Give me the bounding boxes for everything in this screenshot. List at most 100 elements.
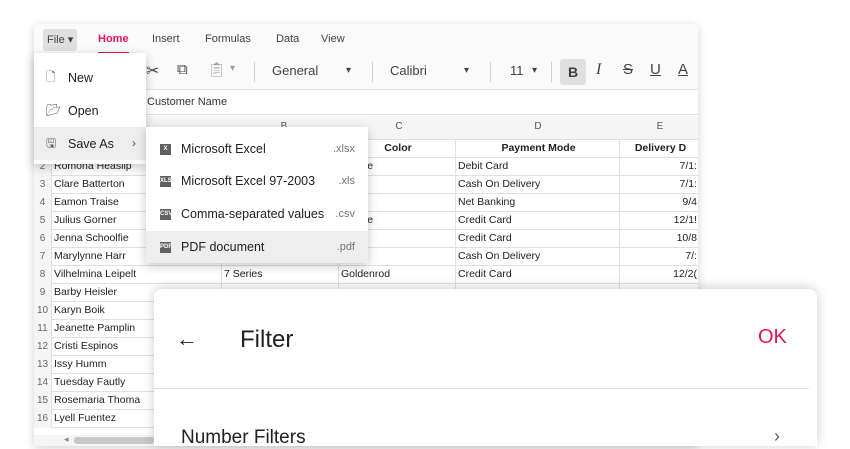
row-number[interactable]: 13	[34, 356, 52, 374]
cell-color[interactable]: Goldenrod	[339, 266, 456, 284]
tab-insert[interactable]: Insert	[152, 33, 180, 45]
cell-delivery-date[interactable]: 7/1:	[620, 158, 698, 176]
toolbar-divider	[551, 62, 552, 82]
format-extension: .csv	[335, 208, 355, 220]
number-format-dropdown[interactable]: General	[272, 63, 318, 78]
tab-file[interactable]: File ▾	[43, 29, 78, 51]
tab-formulas[interactable]: Formulas	[205, 33, 251, 45]
new-file-icon: 🗋︎	[46, 70, 56, 84]
ok-button[interactable]: OK	[758, 326, 787, 349]
format-extension: .xlsx	[333, 143, 355, 155]
save-as-xlsx[interactable]: X Microsoft Excel .xlsx	[146, 133, 368, 165]
cell-delivery-date[interactable]: 12/1!	[620, 212, 698, 230]
strikethrough-button[interactable]: S	[623, 61, 633, 78]
paste-dropdown-icon[interactable]: ▾	[230, 63, 235, 74]
cell-delivery-date[interactable]: 10/8	[620, 230, 698, 248]
cell-payment-mode[interactable]: Credit Card	[456, 266, 620, 284]
row-number[interactable]: 8	[34, 266, 52, 284]
pdf-icon: PDF	[160, 242, 172, 253]
divider	[154, 388, 809, 389]
copy-icon[interactable]: ⧉	[177, 61, 188, 78]
cell-payment-mode[interactable]: Net Banking	[456, 194, 620, 212]
cell-delivery-date[interactable]: 7/1:	[620, 176, 698, 194]
save-as-csv[interactable]: CSV Comma-separated values .csv	[146, 198, 368, 230]
file-menu: 🗋︎ New 📂︎ Open 🖫︎ Save As ›	[34, 53, 146, 164]
chevron-down-icon[interactable]: ▾	[464, 65, 469, 76]
column-header-d[interactable]: D	[456, 121, 620, 132]
row-number[interactable]: 14	[34, 374, 52, 392]
font-name-dropdown[interactable]: Calibri	[390, 63, 427, 78]
header-cell-delivery[interactable]: Delivery D	[620, 140, 698, 158]
cell-payment-mode[interactable]: Credit Card	[456, 212, 620, 230]
toolbar-divider	[254, 62, 255, 82]
cell-payment-mode[interactable]: Credit Card	[456, 230, 620, 248]
ribbon-tabs: File ▾ Home Insert Formulas Data View	[34, 24, 698, 54]
format-label: Microsoft Excel	[181, 142, 266, 156]
chevron-down-icon[interactable]: ▾	[346, 65, 351, 76]
row-number[interactable]: 4	[34, 194, 52, 212]
formula-bar-text: Customer Name	[147, 96, 228, 108]
header-cell-payment[interactable]: Payment Mode	[456, 140, 620, 158]
tab-data[interactable]: Data	[276, 33, 299, 45]
xls-icon: XLS	[160, 176, 172, 187]
row-number[interactable]: 6	[34, 230, 52, 248]
tab-view[interactable]: View	[321, 33, 345, 45]
format-extension: .xls	[338, 175, 356, 187]
excel-icon: X	[160, 144, 171, 155]
tab-home[interactable]: Home	[98, 33, 129, 54]
horizontal-scrollbar[interactable]: ◂	[34, 434, 164, 446]
row-number[interactable]: 10	[34, 302, 52, 320]
row-number[interactable]: 16	[34, 410, 52, 428]
cell-model[interactable]: 7 Series	[222, 266, 339, 284]
column-header-e[interactable]: E	[620, 121, 698, 132]
row-number[interactable]: 3	[34, 176, 52, 194]
underline-button[interactable]: U	[650, 61, 661, 78]
cut-icon[interactable]: ✂	[146, 61, 159, 81]
cell-delivery-date[interactable]: 12/2(	[620, 266, 698, 284]
toolbar-divider	[372, 62, 373, 82]
font-color-button[interactable]: A	[678, 61, 688, 78]
save-icon: 🖫︎	[46, 136, 57, 150]
font-size-dropdown[interactable]: 11	[510, 63, 524, 78]
scroll-left-icon[interactable]: ◂	[64, 434, 69, 445]
format-label: Microsoft Excel 97-2003	[181, 174, 316, 188]
format-label: Comma-separated values	[181, 207, 325, 221]
menu-item-label: Open	[68, 104, 99, 118]
bold-button[interactable]: B	[560, 59, 586, 85]
chevron-down-icon[interactable]: ▾	[532, 65, 537, 76]
menu-item-open[interactable]: 📂︎ Open	[34, 94, 146, 127]
scrollbar-thumb[interactable]	[74, 437, 154, 444]
menu-item-label: Save As	[68, 137, 114, 151]
format-label: PDF document	[181, 240, 265, 254]
cell-delivery-date[interactable]: 7/:	[620, 248, 698, 266]
table-row: 8 Vilhelmina Leipelt 7 Series Goldenrod Cred…	[34, 266, 698, 284]
cell-payment-mode[interactable]: Cash On Delivery	[456, 176, 620, 194]
row-number[interactable]: 12	[34, 338, 52, 356]
back-arrow-icon[interactable]: ←	[176, 326, 198, 352]
row-number[interactable]: 5	[34, 212, 52, 230]
menu-item-new[interactable]: 🗋︎ New	[34, 61, 146, 94]
row-number[interactable]: 9	[34, 284, 52, 302]
toolbar-divider	[490, 62, 491, 82]
save-as-submenu: X Microsoft Excel .xlsx XLS Microsoft Ex…	[146, 127, 368, 263]
format-extension: .pdf	[336, 241, 355, 253]
italic-button[interactable]: I	[596, 61, 601, 79]
csv-icon: CSV	[160, 209, 172, 220]
row-number[interactable]: 7	[34, 248, 52, 266]
folder-open-icon: 📂︎	[46, 103, 62, 117]
filter-dialog: ← Filter OK Number Filters ›	[154, 289, 817, 448]
save-as-pdf[interactable]: PDF PDF document .pdf	[146, 231, 368, 263]
cell-delivery-date[interactable]: 9/4	[620, 194, 698, 212]
filter-title: Filter	[240, 326, 294, 353]
cell-payment-mode[interactable]: Cash On Delivery	[456, 248, 620, 266]
chevron-right-icon: ›	[132, 136, 136, 150]
row-number[interactable]: 11	[34, 320, 52, 338]
menu-item-label: New	[68, 71, 94, 85]
chevron-right-icon[interactable]: ›	[774, 426, 780, 447]
menu-item-save-as[interactable]: 🖫︎ Save As ›	[34, 127, 146, 160]
row-number[interactable]: 15	[34, 392, 52, 410]
paste-icon[interactable]: 📋︎	[208, 61, 226, 78]
save-as-xls[interactable]: XLS Microsoft Excel 97-2003 .xls	[146, 165, 368, 197]
cell-payment-mode[interactable]: Debit Card	[456, 158, 620, 176]
cell-customer-name[interactable]: Vilhelmina Leipelt	[52, 266, 222, 284]
